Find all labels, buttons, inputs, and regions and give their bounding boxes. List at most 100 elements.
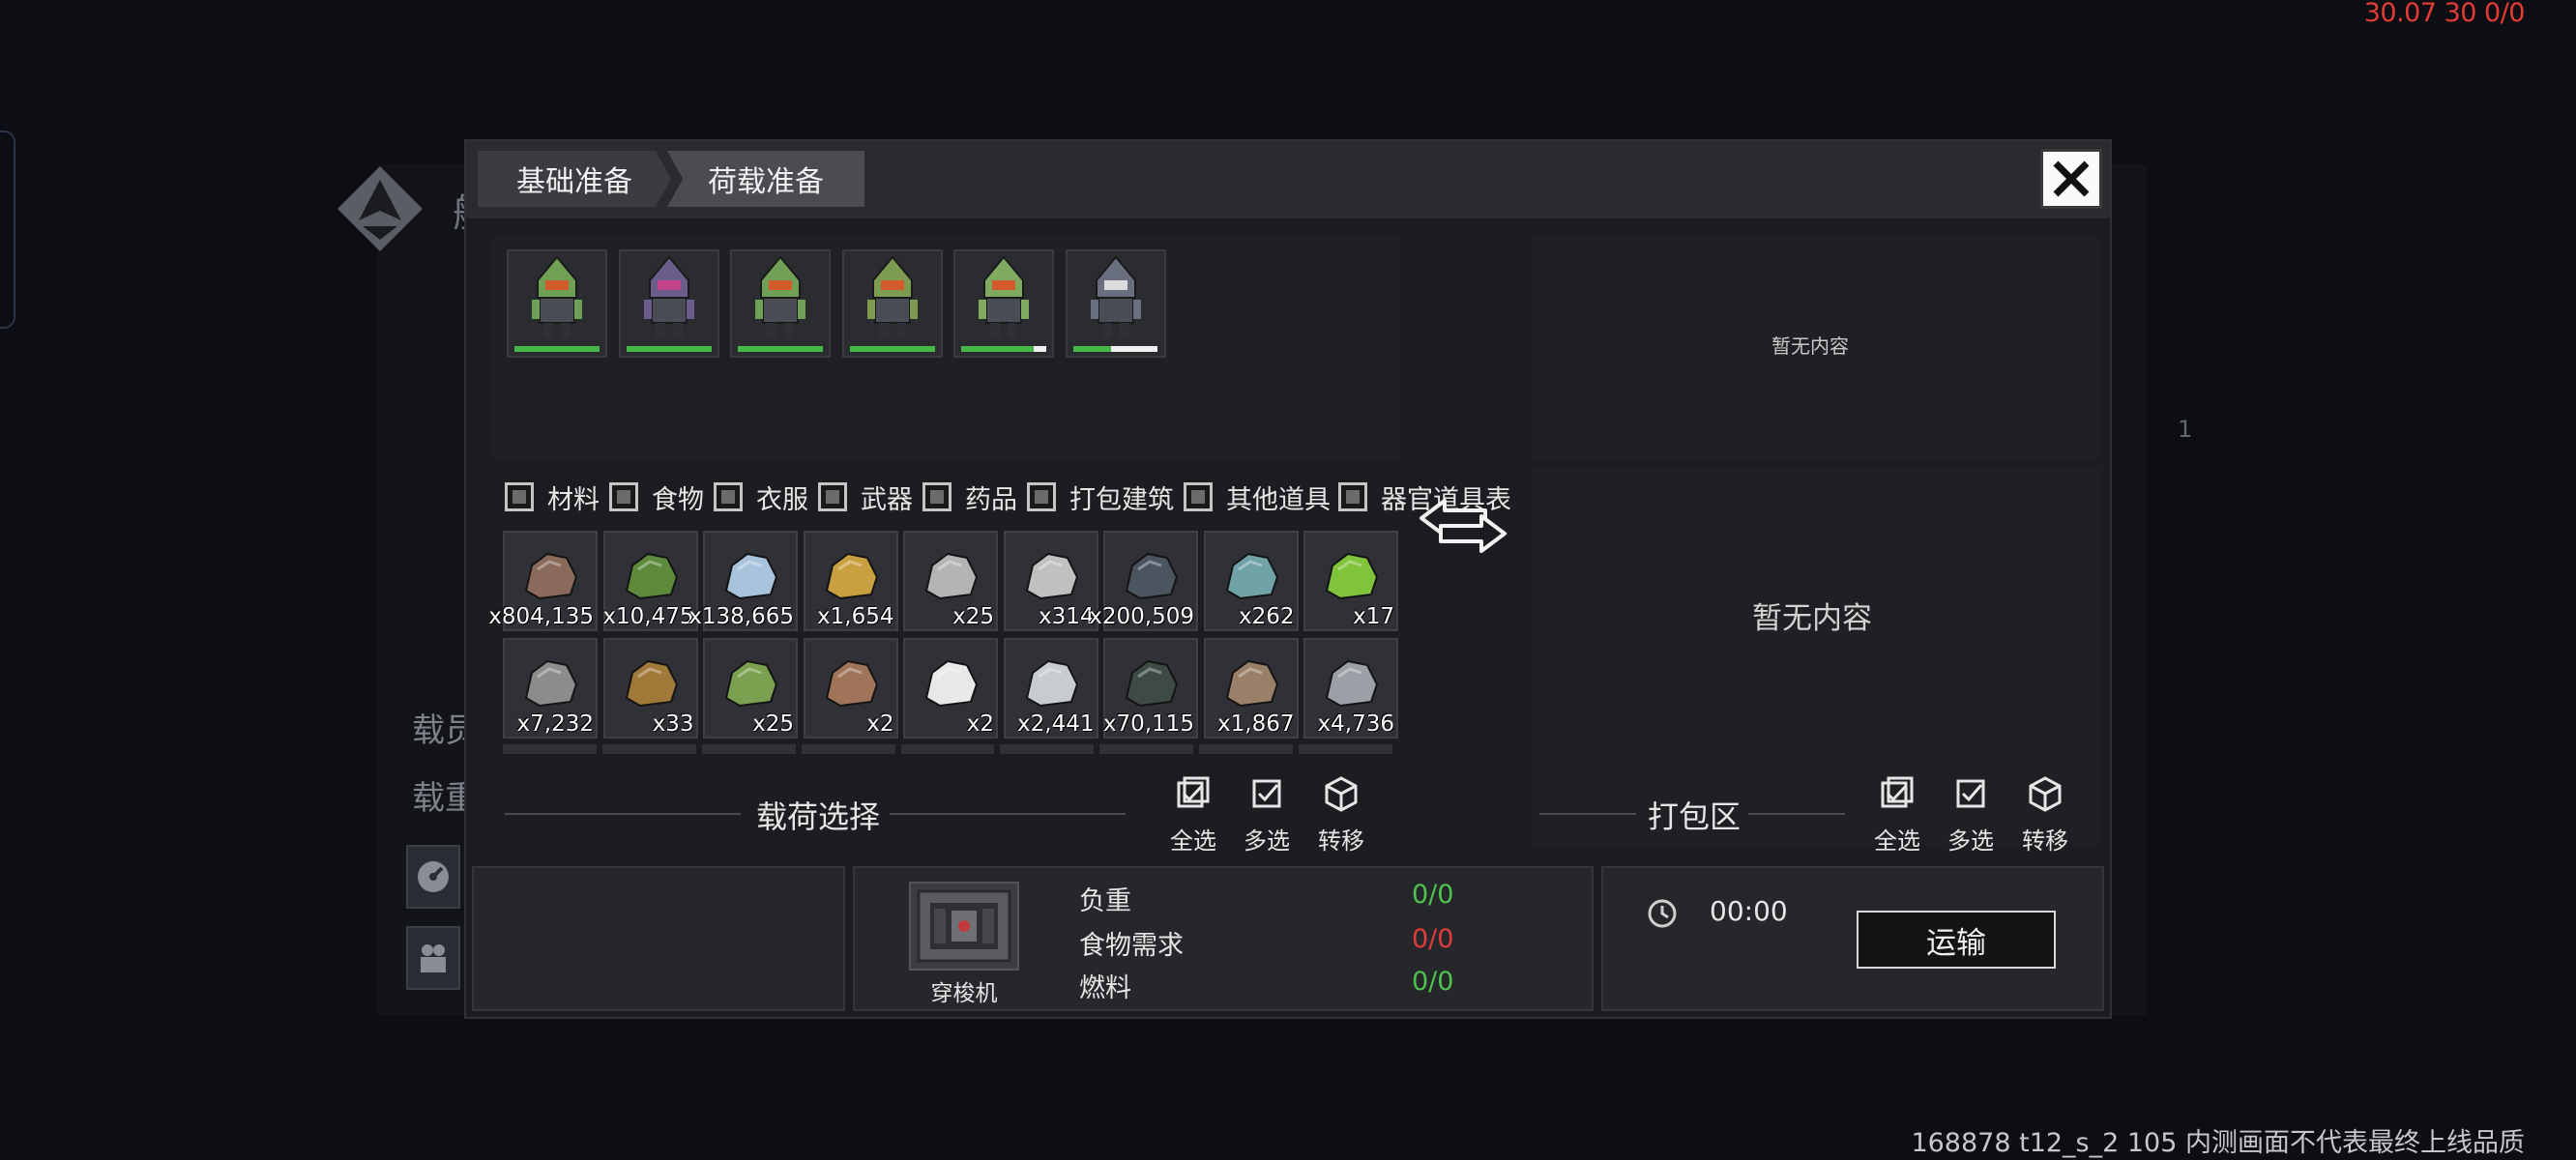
close-button[interactable] <box>2040 149 2102 209</box>
clock-icon <box>1648 899 1677 928</box>
category-label: 药品 <box>965 484 1017 515</box>
background-side-tab[interactable] <box>0 130 15 329</box>
shuttle-thumbnail[interactable] <box>909 882 1019 971</box>
tab-basic-prep[interactable]: 基础准备 <box>478 151 671 207</box>
load-select-all-button[interactable]: 全选 <box>1160 775 1226 856</box>
item-grid-next-row <box>503 744 1392 754</box>
crate-icon <box>625 659 678 708</box>
category-filter[interactable]: 药品 <box>922 479 1017 515</box>
inventory-item[interactable]: x804,135 <box>488 531 598 631</box>
category-label: 打包建筑 <box>1069 484 1174 515</box>
crew-portrait[interactable] <box>730 249 831 358</box>
inventory-item[interactable]: x2,441 <box>1003 638 1098 739</box>
box-icon <box>1325 776 1358 812</box>
load-multi-select-label: 多选 <box>1244 827 1290 855</box>
inventory-item[interactable]: x33 <box>602 638 698 739</box>
crew-avatar-icon <box>979 255 1029 338</box>
crew-portrait[interactable] <box>1065 249 1166 358</box>
category-checkbox[interactable] <box>1184 482 1213 511</box>
item-count: x314 <box>1038 604 1095 629</box>
item-count: x70,115 <box>1102 711 1194 737</box>
pack-transfer-button[interactable]: 转移 <box>2012 775 2078 856</box>
stat-value: 0/0 <box>1412 880 1454 910</box>
circuit-board-icon <box>1225 552 1278 600</box>
pack-select-all-label: 全选 <box>1874 827 1920 855</box>
inventory-item[interactable]: x2 <box>803 638 898 739</box>
category-filter[interactable]: 材料 <box>505 479 600 515</box>
background-gauge-button[interactable] <box>406 845 460 909</box>
item-count: x2,441 <box>1017 711 1095 737</box>
inventory-item[interactable]: x4,736 <box>1303 638 1398 739</box>
load-select-all-label: 全选 <box>1170 827 1216 855</box>
background-right-tag: 1 <box>2178 416 2193 443</box>
crew-health-bar <box>849 346 935 352</box>
item-count: x1,867 <box>1217 711 1295 737</box>
build-version-text: 168878 t12_s_2 105 内测画面不代表最终上线品质 <box>1911 1128 2525 1158</box>
item-count: x17 <box>1353 604 1394 629</box>
item-count: x4,736 <box>1317 711 1394 737</box>
inventory-item[interactable]: x314 <box>1003 531 1098 631</box>
crew-health-missing <box>1111 346 1158 352</box>
inventory-item[interactable]: x17 <box>1303 531 1398 631</box>
item-count: x1,654 <box>817 604 894 629</box>
gravel-icon <box>524 659 578 708</box>
category-label: 材料 <box>547 484 600 515</box>
category-checkbox[interactable] <box>1027 482 1056 511</box>
swap-arrows-icon[interactable] <box>1418 495 1508 557</box>
category-filter[interactable]: 打包建筑 <box>1027 479 1174 515</box>
inventory-item[interactable]: x2 <box>903 638 998 739</box>
inventory-item[interactable]: x10,475 <box>602 531 698 631</box>
pack-select-all-button[interactable]: 全选 <box>1864 775 1930 856</box>
load-multi-select-button[interactable]: 多选 <box>1234 775 1300 856</box>
pack-zone-empty-text: 暂无内容 <box>1752 601 1872 636</box>
inventory-item[interactable]: x25 <box>703 638 798 739</box>
inventory-item[interactable]: x262 <box>1203 531 1299 631</box>
category-checkbox[interactable] <box>714 482 743 511</box>
ship-name: 穿梭机 <box>930 981 998 1006</box>
shuttle-icon <box>917 889 1011 963</box>
category-filter[interactable]: 其他道具 <box>1184 479 1331 515</box>
category-filter[interactable]: 武器 <box>818 479 913 515</box>
crew-portrait[interactable] <box>841 249 943 358</box>
multi-select-icon <box>1252 779 1281 808</box>
inventory-item[interactable]: x1,867 <box>1203 638 1299 739</box>
category-checkbox[interactable] <box>1338 482 1367 511</box>
load-transfer-button[interactable]: 转移 <box>1308 775 1374 856</box>
medkit-icon <box>924 659 979 708</box>
inventory-item[interactable]: x25 <box>903 531 998 631</box>
machine-parts-icon <box>1025 552 1078 600</box>
plant-crate-icon <box>724 659 778 708</box>
inventory-item[interactable]: x1,654 <box>803 531 898 631</box>
crew-portrait[interactable] <box>953 249 1054 358</box>
tab-load-prep[interactable]: 荷载准备 <box>667 151 864 207</box>
pack-multi-select-button[interactable]: 多选 <box>1938 775 2004 856</box>
crew-portrait[interactable] <box>507 249 607 358</box>
stat-value: 0/0 <box>1412 924 1454 954</box>
stat-label: 食物需求 <box>1079 931 1184 961</box>
item-count: x2 <box>966 711 994 737</box>
crew-avatar-icon <box>755 255 805 338</box>
item-count: x33 <box>652 711 694 737</box>
inventory-item[interactable]: x70,115 <box>1103 638 1198 739</box>
item-count: x804,135 <box>488 604 594 629</box>
inventory-item[interactable]: x7,232 <box>503 638 598 739</box>
category-checkbox[interactable] <box>609 482 638 511</box>
background-crew-button[interactable] <box>406 926 460 990</box>
category-checkbox[interactable] <box>922 482 951 511</box>
people-icon <box>421 944 446 972</box>
stat-label: 负重 <box>1079 886 1131 916</box>
category-checkbox[interactable] <box>818 482 847 511</box>
category-filter[interactable]: 衣服 <box>714 479 808 515</box>
silver-ore-icon <box>1025 659 1078 708</box>
load-transfer-label: 转移 <box>1318 827 1364 855</box>
inventory-item[interactable]: x200,509 <box>1089 531 1198 631</box>
item-count: x2 <box>866 711 894 737</box>
crew-portrait[interactable] <box>618 249 719 358</box>
meat-chunk-icon <box>825 659 878 708</box>
transport-button[interactable]: 运输 <box>1857 911 2056 969</box>
category-filter[interactable]: 食物 <box>609 479 704 515</box>
category-checkbox[interactable] <box>505 482 534 511</box>
inventory-item[interactable]: x138,665 <box>688 531 798 631</box>
pack-multi-select-label: 多选 <box>1947 827 1994 855</box>
crew-health-bar <box>626 346 712 352</box>
